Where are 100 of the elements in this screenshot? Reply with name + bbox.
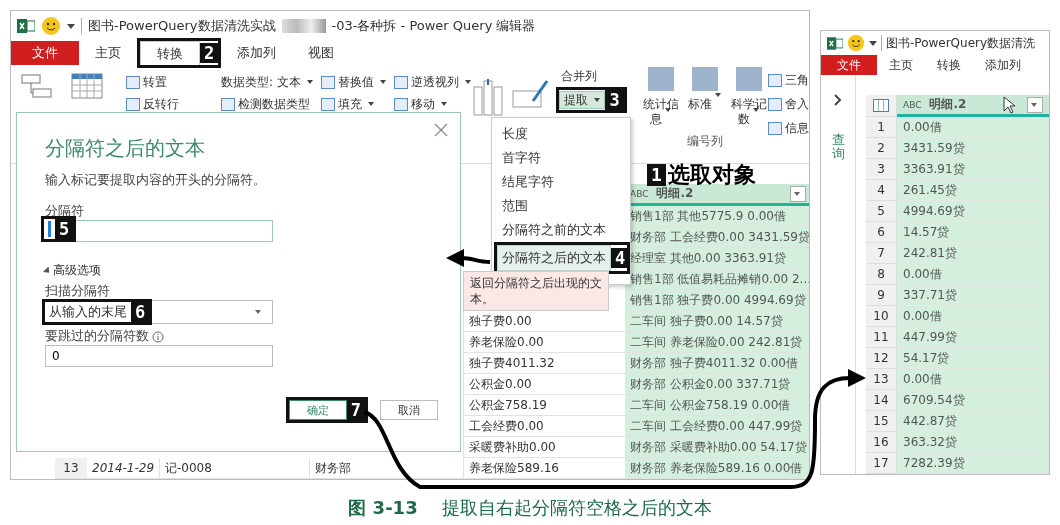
table-cell: 3431.59贷 [897, 138, 1049, 159]
window-title: -03-各种拆 - Power Query 编辑器 [331, 17, 536, 35]
table-cell: 442.87贷 [897, 411, 1049, 432]
table-cell: 养老保险589.16 [463, 458, 625, 479]
row-number: 7 [866, 243, 897, 264]
blurred-block [281, 19, 326, 33]
row-number: 13 [55, 458, 87, 479]
filter-dropdown-icon[interactable] [790, 185, 806, 202]
tool-icon [393, 75, 408, 89]
tooltip: 返回分隔符之后出现的文本。 [463, 271, 609, 311]
figure-number: 图 3-13 [348, 496, 418, 520]
ribbon-tab[interactable]: 添加列 [973, 55, 1033, 75]
ribbon-button[interactable]: 替换值 [320, 73, 386, 91]
tool-icon [768, 121, 782, 135]
ribbon-tab[interactable]: 添加列 [221, 41, 293, 65]
dialog-title: 分隔符之后的文本 [45, 135, 206, 162]
annotation-text: 选取对象 [667, 161, 756, 187]
ribbon-button[interactable]: 移动 [393, 95, 471, 113]
ribbon-tab[interactable]: 主页 [79, 41, 137, 65]
extract-button[interactable]: 提取 [559, 91, 606, 109]
step-badge: 6 [131, 302, 150, 322]
table-cell: 销售1部 独子费0.00 4994.69贷 [625, 290, 809, 311]
table-cell: 财务部 [309, 458, 463, 479]
table-cell: 3363.91贷 [897, 159, 1049, 180]
input-field[interactable]: 0 [45, 345, 273, 367]
tool-icon [768, 97, 782, 111]
tool-icon [320, 75, 335, 89]
row-number: 10 [866, 306, 897, 327]
ribbon-button[interactable]: 转置 [126, 73, 222, 91]
table-cell: 二车间 工会经费0.00 447.99贷 [625, 416, 809, 437]
ribbon-button[interactable]: 信息 [768, 119, 809, 137]
excel-icon[interactable] [827, 35, 843, 51]
table-icon[interactable] [71, 73, 103, 99]
table-cell: 二车间 养老保险0.00 242.81贷 [625, 332, 809, 353]
dialog-description: 输入标记要提取内容的开头的分隔符。 [45, 172, 267, 189]
chevron-right-icon[interactable] [833, 93, 843, 107]
row-number: 14 [866, 390, 897, 411]
menu-item[interactable]: 分隔符之后的文本 [497, 245, 611, 271]
table-cell: 261.45贷 [897, 180, 1049, 201]
column-header[interactable]: ABC 明细.2 [897, 95, 1049, 117]
smiley-icon[interactable] [41, 16, 61, 36]
text-cursor [48, 221, 51, 237]
ribbon-button[interactable]: 合并列 [556, 67, 603, 85]
queries-pane-label[interactable]: 查询 [831, 133, 845, 162]
menu-item[interactable]: 首字符 [492, 146, 630, 170]
ok-button[interactable]: 确定 [288, 400, 347, 420]
table-cell: 销售1部 低值易耗品摊销0.00 2... [625, 269, 809, 290]
figure-caption: 提取自右起分隔符空格之后的文本 [441, 496, 712, 520]
ribbon-button[interactable]: 统计信息 [642, 67, 680, 127]
column-title: 明细.2 [929, 96, 968, 113]
ribbon-tab[interactable]: 视图 [292, 41, 351, 65]
filter-dropdown-icon[interactable] [1027, 96, 1043, 113]
table-cell: 财务部 独子费4011.32 0.00借 [625, 353, 809, 374]
table-cell: 二车间 公积金758.19 0.00借 [625, 395, 809, 416]
smiley-icon[interactable] [847, 34, 865, 52]
advanced-options-toggle[interactable]: 高级选项 [45, 262, 432, 279]
table-menu-icon[interactable] [873, 99, 889, 112]
row-number: 2 [866, 138, 897, 159]
ribbon-button[interactable]: 填充 [320, 95, 386, 113]
table-cell: 242.81贷 [897, 243, 1049, 264]
dropdown-field[interactable]: 从输入的末尾 6 [45, 300, 273, 324]
quick-access-caret-icon[interactable] [67, 23, 75, 29]
excel-icon[interactable] [17, 18, 35, 34]
ribbon-button[interactable]: 检测数据类型 [221, 95, 313, 113]
row-number: 9 [866, 285, 897, 306]
ribbon-button[interactable]: 舍入 [768, 95, 809, 113]
ribbon-button[interactable]: 三角 [768, 71, 809, 89]
step-badge: 2 [200, 43, 219, 63]
cancel-button[interactable]: 取消 [380, 400, 438, 420]
ribbon-tab[interactable]: 转换 [925, 55, 973, 75]
ribbon-button[interactable]: 科学记数 [730, 67, 768, 127]
table-cell: 2014-1-29 [87, 458, 159, 479]
table-cell: 0.00借 [897, 369, 1049, 390]
type-label: ABC [630, 188, 649, 199]
row-number: 6 [866, 222, 897, 243]
ribbon-tab[interactable]: 文件 [821, 55, 877, 75]
info-icon[interactable] [152, 330, 164, 343]
field-label: 要跳过的分隔符数 [45, 328, 149, 345]
table-cell: 6709.54贷 [897, 390, 1049, 411]
group-label: 编号列 [687, 133, 723, 150]
ribbon-tab[interactable]: 转换 [140, 41, 200, 65]
table-cell: 54.17贷 [897, 348, 1049, 369]
row-number: 8 [866, 264, 897, 285]
ribbon-button[interactable]: 反转行 [126, 95, 222, 113]
step-badge: 4 [611, 248, 630, 268]
ribbon-tab[interactable]: 文件 [11, 41, 79, 65]
window-title: 图书-PowerQuery数据清洗实战 [88, 17, 276, 35]
ribbon-button[interactable]: 逆透视列 [393, 73, 471, 91]
table-cell: 447.99贷 [897, 327, 1049, 348]
menu-item[interactable]: 长度 [492, 122, 630, 146]
dropdown-value: 从输入的末尾 [48, 303, 128, 321]
ribbon-button[interactable]: 标准 [686, 67, 724, 127]
ribbon-tab[interactable]: 主页 [877, 55, 925, 75]
table-cell: 363.32贷 [897, 432, 1049, 453]
table-cell: 0.00借 [897, 306, 1049, 327]
close-icon[interactable] [434, 123, 448, 137]
window-title: 图书-PowerQuery数据清洗 [886, 34, 1036, 52]
table-cell: 337.71贷 [897, 285, 1049, 306]
tool-icon [320, 97, 335, 111]
ribbon-button[interactable]: 数据类型: 文本 [221, 73, 313, 91]
